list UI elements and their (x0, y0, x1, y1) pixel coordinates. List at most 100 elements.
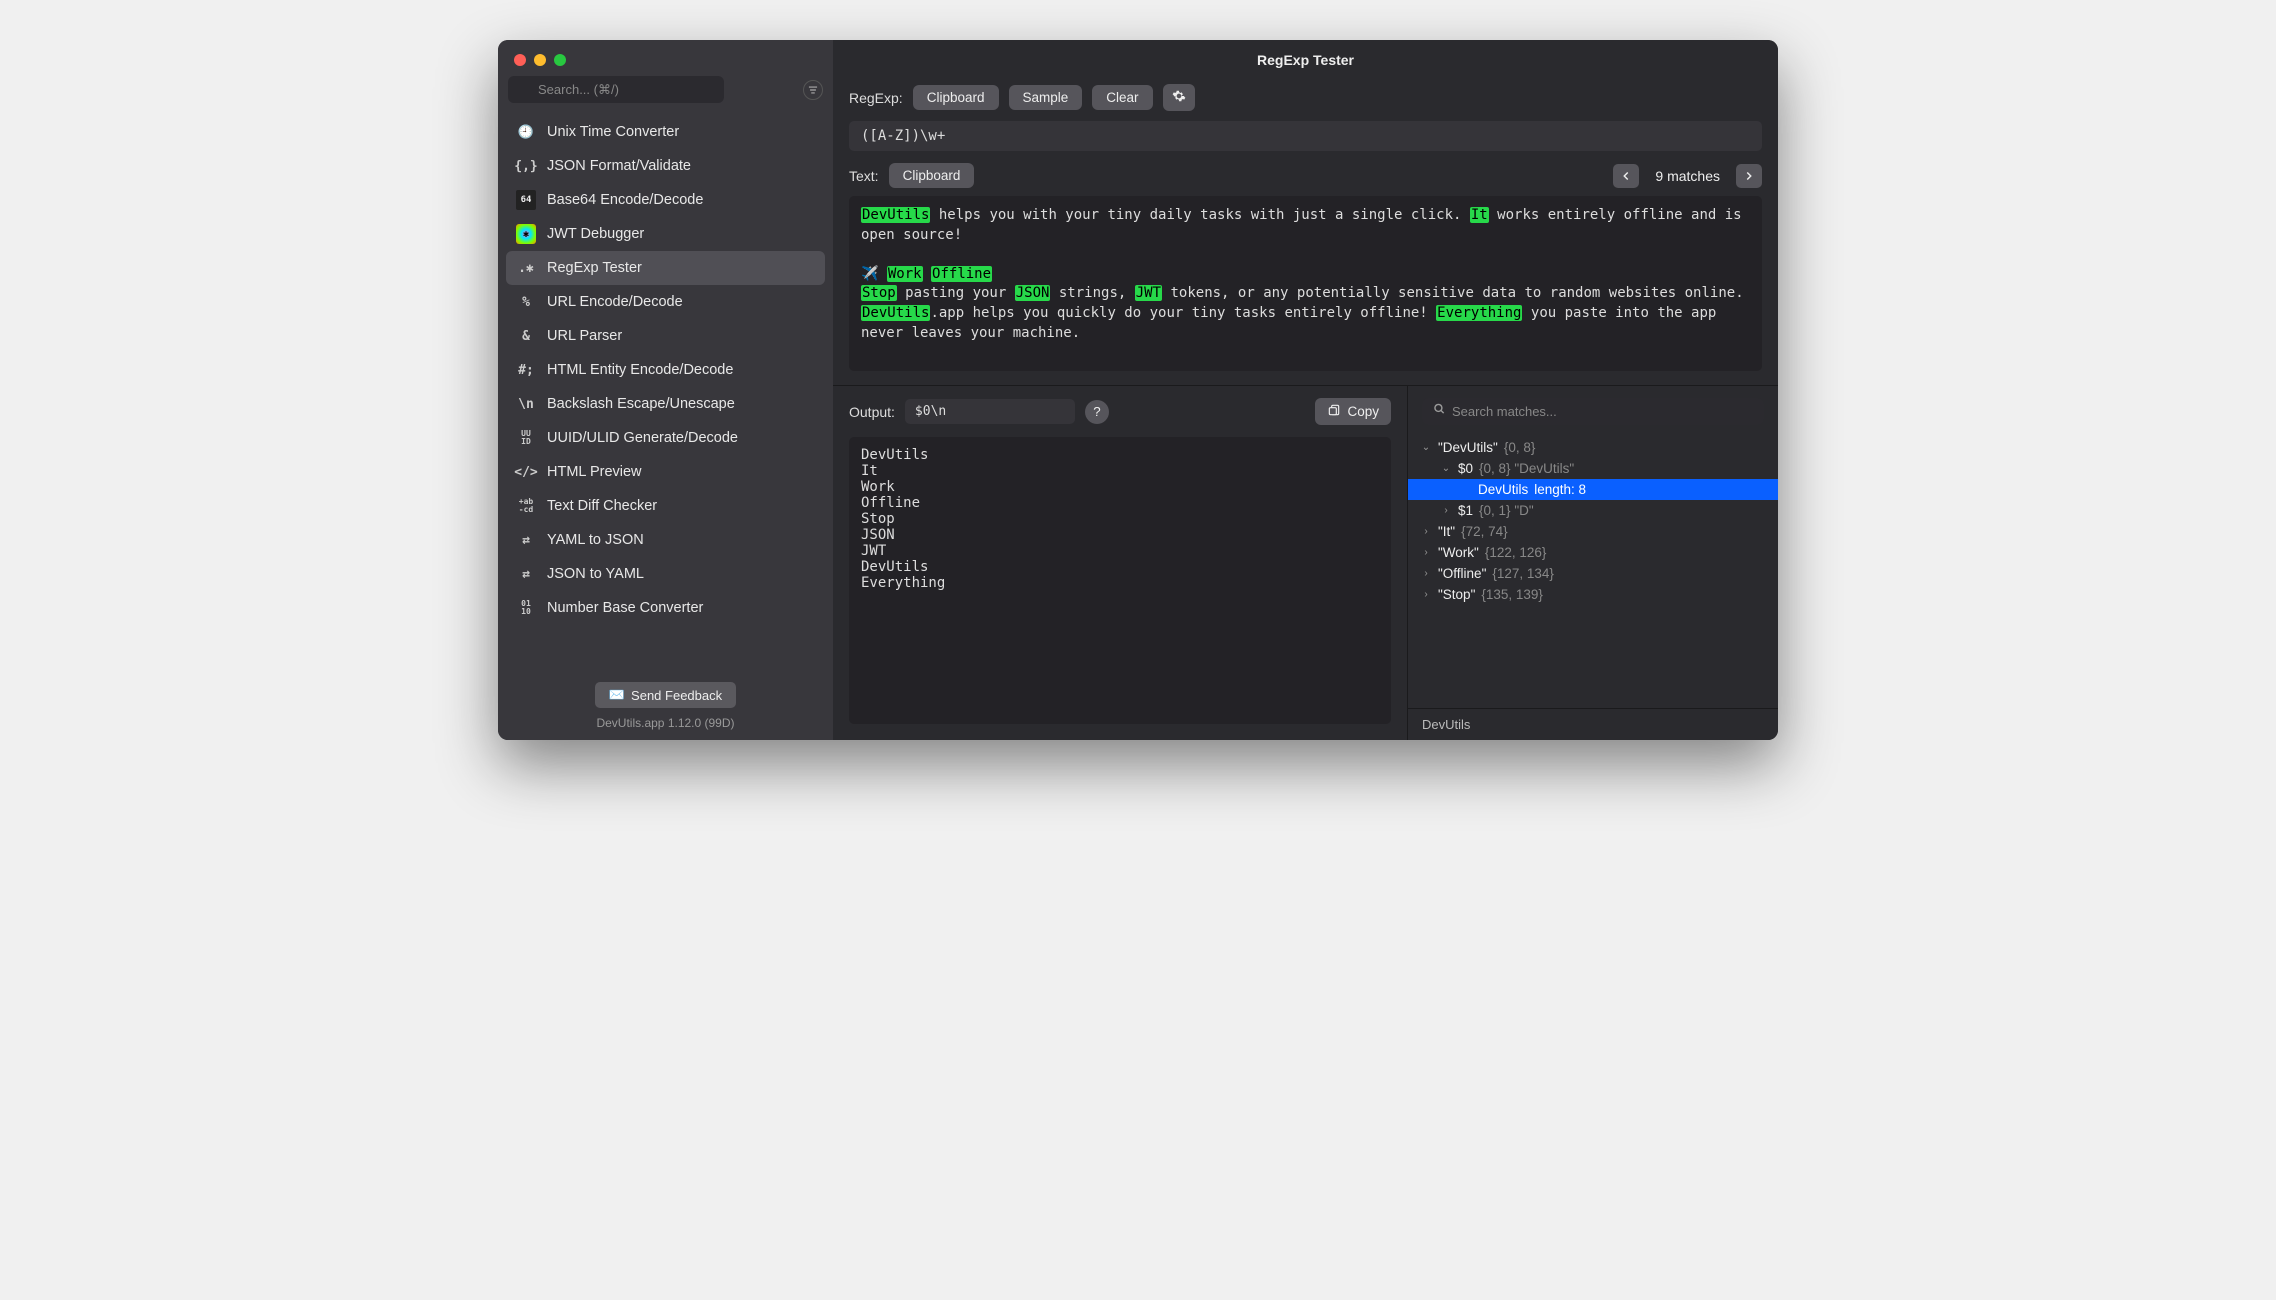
sidebar-item-url-parser[interactable]: &URL Parser (506, 319, 825, 353)
sidebar-item-label: URL Parser (547, 328, 622, 344)
tree-row[interactable]: ›"It" {72, 74} (1408, 521, 1778, 542)
sidebar-item-json-to-yaml[interactable]: ⇄JSON to YAML (506, 557, 825, 591)
sidebar-item-label: HTML Preview (547, 464, 642, 480)
tree-row[interactable]: ›$1 {0, 1} "D" (1408, 500, 1778, 521)
sidebar-item-jwt-debugger[interactable]: ✱JWT Debugger (506, 217, 825, 251)
sidebar-item-unix-time-converter[interactable]: 🕘Unix Time Converter (506, 115, 825, 149)
send-feedback-button[interactable]: ✉️ Send Feedback (595, 682, 736, 708)
text-segment: tokens, or any potentially sensitive dat… (1162, 285, 1752, 301)
copy-label: Copy (1347, 404, 1379, 419)
next-match-button[interactable] (1736, 164, 1762, 188)
chevron-down-icon[interactable]: ⌄ (1440, 463, 1452, 474)
output-format-input[interactable] (905, 399, 1075, 424)
regex-clipboard-button[interactable]: Clipboard (913, 85, 999, 110)
sidebar-footer: ✉️ Send Feedback DevUtils.app 1.12.0 (99… (498, 672, 833, 740)
sidebar-item-url-encode-decode[interactable]: %URL Encode/Decode (506, 285, 825, 319)
html-entity-icon: #; (516, 360, 536, 380)
regex-settings-button[interactable] (1163, 84, 1195, 111)
json-yaml-icon: ⇄ (516, 564, 536, 584)
match-highlight: DevUtils (861, 305, 930, 321)
matches-pane: ⌄"DevUtils" {0, 8}⌄$0 {0, 8} "DevUtils"D… (1408, 386, 1778, 740)
chevron-right-icon[interactable]: › (1420, 589, 1432, 600)
match-highlight: DevUtils (861, 207, 930, 223)
text-segment: pasting your (897, 285, 1015, 301)
text-segment: .app helps you quickly do your tiny task… (930, 305, 1436, 321)
regex-label: RegExp: (849, 90, 903, 106)
chevron-right-icon[interactable]: › (1420, 568, 1432, 579)
text-segment: strings, (1050, 285, 1134, 301)
tree-label: "DevUtils" (1438, 440, 1498, 455)
traffic-lights (498, 40, 833, 76)
feedback-label: Send Feedback (631, 688, 722, 703)
output-help-button[interactable]: ? (1085, 400, 1109, 424)
sidebar-item-yaml-to-json[interactable]: ⇄ YAML to JSON (506, 523, 825, 557)
regex-clear-button[interactable]: Clear (1092, 85, 1152, 110)
match-highlight: JSON (1015, 285, 1051, 301)
sidebar-item-label: UUID/ULID Generate/Decode (547, 430, 738, 446)
chevron-right-icon[interactable]: › (1420, 526, 1432, 537)
sidebar-item-base64-encode-decode[interactable]: 64 Base64 Encode/Decode (506, 183, 825, 217)
sidebar-item-number-base-converter[interactable]: 01 10 Number Base Converter (506, 591, 825, 625)
copy-output-button[interactable]: Copy (1315, 398, 1391, 425)
diff-icon: +ab -cd (516, 496, 536, 516)
chevron-right-icon[interactable]: › (1440, 505, 1452, 516)
window-title: RegExp Tester (833, 40, 1778, 80)
version-label: DevUtils.app 1.12.0 (99D) (508, 716, 823, 730)
backslash-icon: \n (516, 394, 536, 414)
tree-meta: {135, 139} (1481, 587, 1543, 602)
maximize-window-button[interactable] (554, 54, 566, 66)
sidebar-item-html-preview[interactable]: </>HTML Preview (506, 455, 825, 489)
text-input-area[interactable]: DevUtils helps you with your tiny daily … (849, 196, 1762, 371)
chevron-right-icon[interactable]: › (1420, 547, 1432, 558)
match-highlight: Stop (861, 285, 897, 301)
uuid-icon: UU ID (516, 428, 536, 448)
sidebar-item-uuid-ulid-generate-decode[interactable]: UU ID UUID/ULID Generate/Decode (506, 421, 825, 455)
text-segment: helps you with your tiny daily tasks wit… (930, 207, 1469, 223)
prev-match-button[interactable] (1613, 164, 1639, 188)
search-icon (1432, 401, 1446, 418)
tree-meta: length: 8 (1534, 482, 1586, 497)
sidebar-item-html-entity-encode-decode[interactable]: #; HTML Entity Encode/Decode (506, 353, 825, 387)
text-clipboard-button[interactable]: Clipboard (889, 163, 975, 188)
tree-label: $0 (1458, 461, 1473, 476)
sidebar-item-label: Base64 Encode/Decode (547, 192, 703, 208)
yaml-json-icon: ⇄ (516, 530, 536, 550)
sidebar-item-label: Text Diff Checker (547, 498, 657, 514)
minimize-window-button[interactable] (534, 54, 546, 66)
tree-row[interactable]: ›"Work" {122, 126} (1408, 542, 1778, 563)
chevron-down-icon[interactable]: ⌄ (1420, 442, 1432, 453)
sidebar-item-json-format-validate[interactable]: {,}JSON Format/Validate (506, 149, 825, 183)
sidebar-item-label: Number Base Converter (547, 600, 703, 616)
regex-sample-button[interactable]: Sample (1009, 85, 1083, 110)
sidebar-item-text-diff-checker[interactable]: +ab -cd Text Diff Checker (506, 489, 825, 523)
tree-meta: {122, 126} (1485, 545, 1547, 560)
tree-row[interactable]: ⌄"DevUtils" {0, 8} (1408, 437, 1778, 458)
match-count-label: 9 matches (1655, 168, 1720, 184)
sidebar-search-input[interactable] (508, 76, 724, 103)
sidebar-item-regexp-tester[interactable]: .✱ RegExp Tester (506, 251, 825, 285)
text-segment (923, 266, 931, 282)
tree-label: "Offline" (1438, 566, 1486, 581)
regex-icon: .✱ (516, 258, 536, 278)
sidebar: 🕘Unix Time Converter{,}JSON Format/Valid… (498, 40, 833, 740)
sidebar-item-label: Unix Time Converter (547, 124, 679, 140)
tree-row[interactable]: ›"Stop" {135, 139} (1408, 584, 1778, 605)
url-parser-icon: & (516, 326, 536, 346)
tree-row[interactable]: ›"Offline" {127, 134} (1408, 563, 1778, 584)
tree-row[interactable]: ⌄$0 {0, 8} "DevUtils" (1408, 458, 1778, 479)
match-highlight: Everything (1436, 305, 1522, 321)
sidebar-item-label: HTML Entity Encode/Decode (547, 362, 733, 378)
sidebar-item-backslash-escape-unescape[interactable]: \nBackslash Escape/Unescape (506, 387, 825, 421)
matches-search-input[interactable] (1422, 398, 1764, 425)
close-window-button[interactable] (514, 54, 526, 66)
tree-row[interactable]: DevUtils length: 8 (1408, 479, 1778, 500)
base64-icon: 64 (516, 190, 536, 210)
sidebar-item-label: YAML to JSON (547, 532, 644, 548)
number-base-icon: 01 10 (516, 598, 536, 618)
matches-tree[interactable]: ⌄"DevUtils" {0, 8}⌄$0 {0, 8} "DevUtils"D… (1408, 433, 1778, 708)
output-body[interactable]: DevUtils It Work Offline Stop JSON JWT D… (849, 437, 1391, 724)
filter-icon[interactable] (803, 80, 823, 100)
sidebar-item-label: RegExp Tester (547, 260, 642, 276)
clipboard-icon (1327, 403, 1341, 420)
regex-pattern-input[interactable] (849, 121, 1762, 151)
